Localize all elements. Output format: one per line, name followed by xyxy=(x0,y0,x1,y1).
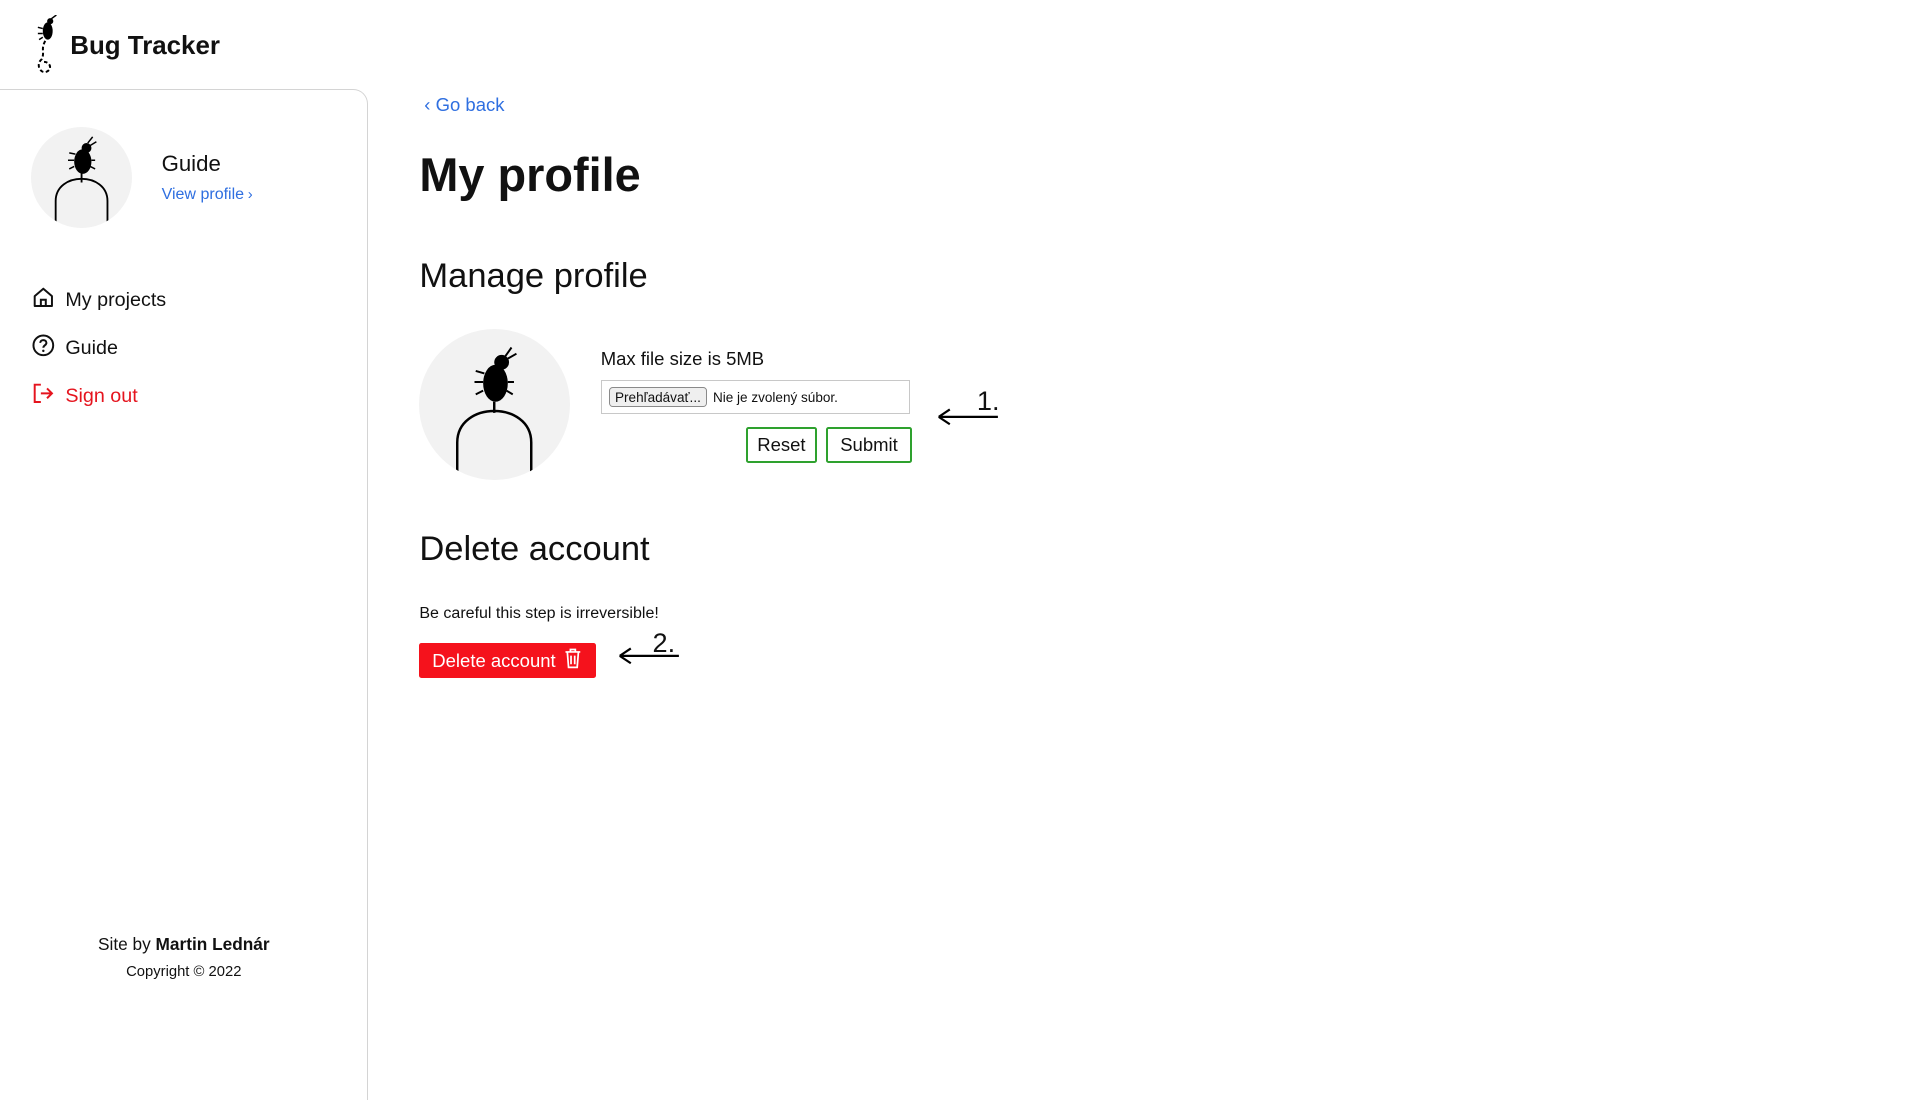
bug-logo-icon xyxy=(28,14,63,85)
delete-account-button[interactable]: Delete account xyxy=(419,642,596,679)
file-size-hint: Max file size is 5MB xyxy=(600,347,765,369)
logo[interactable]: Bug Tracker xyxy=(28,14,220,85)
delete-account-heading: Delete account xyxy=(419,530,650,569)
sidebar-item-label: My projects xyxy=(65,288,167,311)
file-input[interactable]: Prehľadávať... Nie je zvolený súbor. xyxy=(600,379,911,415)
sidebar-item-label: Sign out xyxy=(65,384,138,407)
profile-avatar xyxy=(419,329,570,480)
bug-avatar-icon xyxy=(419,347,569,480)
no-file-text: Nie je zvolený súbor. xyxy=(712,389,838,405)
user-name: Guide xyxy=(161,151,221,177)
view-profile-link[interactable]: View profile › xyxy=(162,185,253,204)
sidebar: Guide View profile › My projects Guide S… xyxy=(0,88,368,1100)
sidebar-item-guide[interactable]: Guide xyxy=(31,324,166,372)
site-by-text: Site by xyxy=(97,933,151,954)
sidebar-item-my-projects[interactable]: My projects xyxy=(31,276,166,324)
chevron-left-icon: ‹ xyxy=(424,93,431,115)
reset-button[interactable]: Reset xyxy=(746,426,817,463)
submit-button[interactable]: Submit xyxy=(826,426,912,463)
warning-text: Be careful this step is irreversible! xyxy=(419,604,659,623)
home-icon xyxy=(31,285,66,316)
chevron-right-icon: › xyxy=(247,186,253,203)
page-title: My profile xyxy=(419,149,641,201)
author-name: Martin Lednár xyxy=(155,933,270,954)
bug-avatar-icon xyxy=(31,136,132,228)
sign-out-icon xyxy=(31,381,66,412)
sidebar-item-sign-out[interactable]: Sign out xyxy=(31,372,166,420)
go-back-link[interactable]: ‹ Go back xyxy=(424,94,504,116)
site-credit: Site by Martin Lednár xyxy=(0,934,368,955)
copyright: Copyright © 2022 xyxy=(126,964,242,981)
browse-button[interactable]: Prehľadávať... xyxy=(609,387,707,407)
top-header: Bug Tracker xyxy=(0,0,1919,89)
delete-button-label: Delete account xyxy=(432,649,556,671)
brand-name: Bug Tracker xyxy=(70,31,220,60)
view-profile-label: View profile xyxy=(161,184,245,203)
left-arrow-icon xyxy=(938,408,998,426)
sidebar-footer: Site by Martin Lednár Copyright © 2022 xyxy=(0,934,368,981)
left-arrow-icon xyxy=(618,647,679,665)
trash-icon xyxy=(556,647,583,674)
manage-profile-heading: Manage profile xyxy=(419,256,648,295)
go-back-label: Go back xyxy=(435,93,505,115)
sidebar-nav: My projects Guide Sign out xyxy=(31,276,166,420)
sidebar-item-label: Guide xyxy=(65,336,118,359)
help-circle-icon xyxy=(31,333,66,364)
avatar xyxy=(30,126,132,228)
